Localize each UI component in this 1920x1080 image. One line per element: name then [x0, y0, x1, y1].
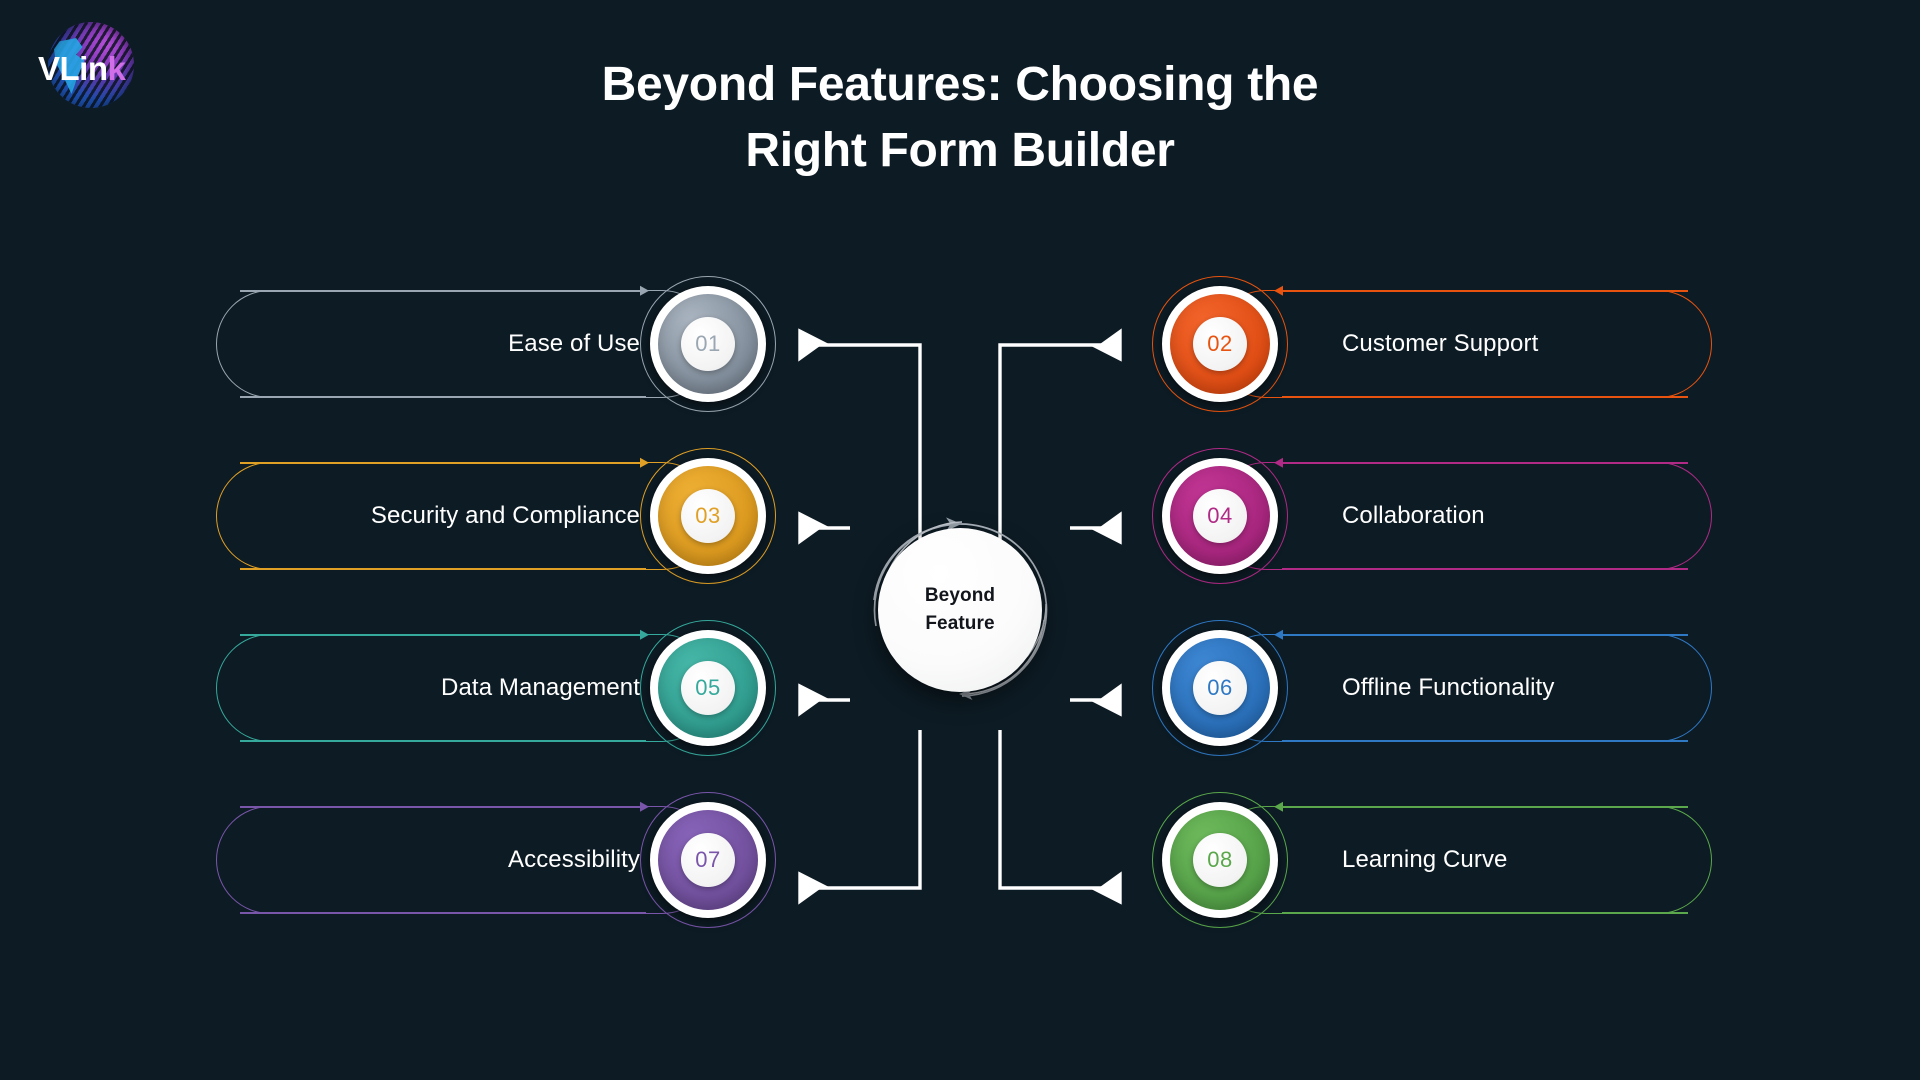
feature-item-03[interactable]: Security and Compliance 03 [216, 448, 776, 584]
feature-number: 07 [695, 847, 721, 872]
brand-name: VLink [38, 50, 126, 87]
feature-number: 06 [1207, 675, 1233, 700]
feature-number: 08 [1207, 847, 1233, 872]
feature-label: Offline Functionality [1342, 674, 1555, 701]
feature-item-04[interactable]: Collaboration 04 [1152, 448, 1712, 584]
brand-name-v: V [38, 50, 60, 87]
feature-number-badge[interactable]: 02 [1152, 276, 1288, 412]
feature-item-07[interactable]: Accessibility 07 [216, 792, 776, 928]
feature-number: 03 [695, 503, 721, 528]
hub-core-label: Beyond Feature [878, 528, 1042, 692]
badge-inner-circle: 01 [681, 317, 735, 371]
badge-inner-circle: 03 [681, 489, 735, 543]
feature-number-badge[interactable]: 03 [640, 448, 776, 584]
feature-number-badge[interactable]: 06 [1152, 620, 1288, 756]
feature-number-badge[interactable]: 01 [640, 276, 776, 412]
feature-label: Accessibility [508, 846, 640, 873]
feature-item-01[interactable]: Ease of Use 01 [216, 276, 776, 412]
feature-number-badge[interactable]: 04 [1152, 448, 1288, 584]
feature-number: 05 [695, 675, 721, 700]
brand-name-link: Lin [59, 50, 108, 87]
feature-number: 04 [1207, 503, 1233, 528]
badge-inner-circle: 04 [1193, 489, 1247, 543]
infographic-board: Ease of Use 01 Customer Support 02 Security … [0, 0, 1920, 1080]
feature-number: 02 [1207, 331, 1233, 356]
feature-label: Customer Support [1342, 330, 1539, 357]
feature-number: 01 [695, 331, 721, 356]
badge-inner-circle: 08 [1193, 833, 1247, 887]
center-hub: Beyond Feature [858, 508, 1062, 712]
feature-label: Learning Curve [1342, 846, 1508, 873]
feature-item-08[interactable]: Learning Curve 08 [1152, 792, 1712, 928]
hub-label-line-1: Beyond [924, 585, 996, 607]
feature-number-badge[interactable]: 08 [1152, 792, 1288, 928]
feature-label: Data Management [441, 674, 640, 701]
badge-inner-circle: 06 [1193, 661, 1247, 715]
feature-label: Collaboration [1342, 502, 1485, 529]
feature-item-06[interactable]: Offline Functionality 06 [1152, 620, 1712, 756]
hub-label-line-2: Feature [925, 613, 995, 634]
feature-label: Ease of Use [508, 330, 640, 357]
feature-label: Security and Compliance [370, 502, 640, 529]
badge-inner-circle: 02 [1193, 317, 1247, 371]
feature-item-02[interactable]: Customer Support 02 [1152, 276, 1712, 412]
feature-number-badge[interactable]: 05 [640, 620, 776, 756]
feature-item-05[interactable]: Data Management 05 [216, 620, 776, 756]
badge-inner-circle: 07 [681, 833, 735, 887]
badge-inner-circle: 05 [681, 661, 735, 715]
brand-name-k: k [107, 50, 126, 87]
feature-number-badge[interactable]: 07 [640, 792, 776, 928]
